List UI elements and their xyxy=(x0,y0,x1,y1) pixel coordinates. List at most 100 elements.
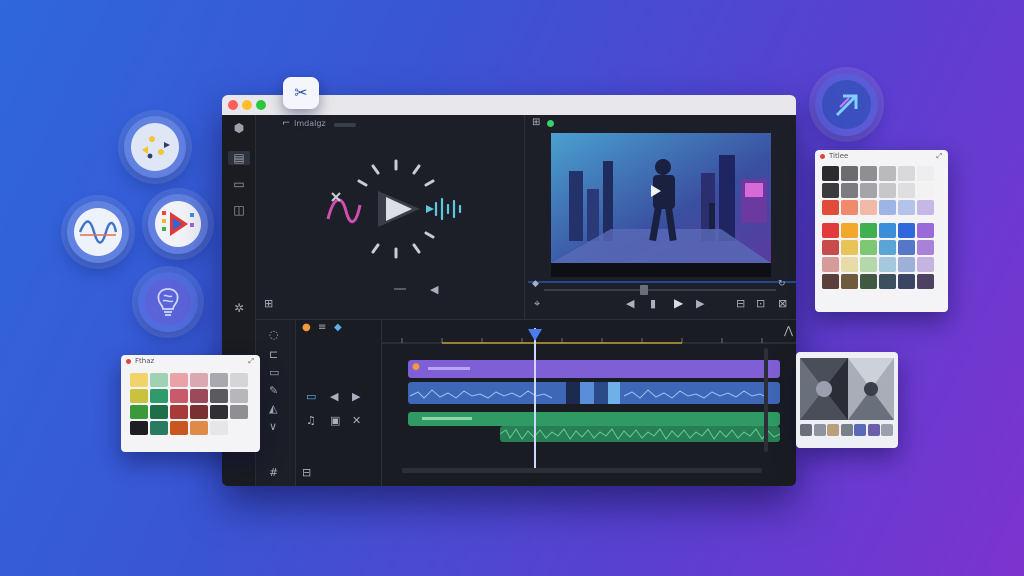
fit-icon[interactable]: ⊟ xyxy=(736,297,745,310)
color-swatch[interactable] xyxy=(170,389,188,403)
color-swatch[interactable] xyxy=(190,373,208,387)
color-swatch[interactable] xyxy=(898,183,915,198)
color-swatch[interactable] xyxy=(822,183,839,198)
idea-badge[interactable] xyxy=(138,272,198,332)
split-icon[interactable]: ⌖ xyxy=(534,297,540,311)
export-badge[interactable] xyxy=(815,73,878,136)
tracks-icon[interactable]: ≡ xyxy=(318,322,326,333)
collapse-icon[interactable]: ⋀ xyxy=(784,324,793,337)
color-swatch[interactable] xyxy=(130,405,148,419)
effect-thumb-1[interactable] xyxy=(800,358,848,420)
effect-thumb-2[interactable] xyxy=(848,358,894,420)
color-swatch[interactable] xyxy=(841,166,858,181)
palette-left-close-dot[interactable] xyxy=(126,359,131,364)
pen-icon[interactable]: ✎ xyxy=(269,384,278,397)
color-swatch[interactable] xyxy=(210,389,228,403)
color-swatch[interactable] xyxy=(210,421,228,435)
audio-track-icon[interactable]: ♫ xyxy=(306,414,316,427)
fullscreen-icon[interactable]: ⊠ xyxy=(778,297,787,310)
color-swatch[interactable] xyxy=(898,257,915,272)
color-swatch[interactable] xyxy=(841,274,858,289)
previous-frame-icon[interactable]: ◀ xyxy=(626,297,634,310)
color-swatch[interactable] xyxy=(860,257,877,272)
monitor-icon[interactable]: ▭ xyxy=(269,366,279,379)
select-icon[interactable]: ∨ xyxy=(269,420,277,433)
color-swatch[interactable] xyxy=(841,223,858,238)
color-swatch[interactable] xyxy=(898,200,915,215)
color-swatch[interactable] xyxy=(170,421,188,435)
color-swatch[interactable] xyxy=(841,240,858,255)
player-badge[interactable] xyxy=(148,194,208,254)
color-swatch[interactable] xyxy=(917,257,934,272)
minimize-button[interactable] xyxy=(242,100,252,110)
title-clip[interactable]: ● xyxy=(408,360,780,378)
color-swatch[interactable] xyxy=(898,240,915,255)
mute-icon[interactable]: ◀ xyxy=(330,390,338,403)
color-swatch[interactable] xyxy=(130,421,148,435)
color-swatch[interactable] xyxy=(150,405,168,419)
color-swatch[interactable] xyxy=(822,200,839,215)
grid-icon[interactable]: ⊞ xyxy=(532,117,540,128)
color-swatch[interactable] xyxy=(860,183,877,198)
color-swatch[interactable] xyxy=(230,421,248,435)
blade-icon[interactable]: ◭ xyxy=(269,402,277,415)
link-icon[interactable]: ◆ xyxy=(334,322,342,333)
clapper-icon[interactable]: ▤ xyxy=(228,151,250,165)
color-swatch[interactable] xyxy=(879,257,896,272)
effect-swatch[interactable] xyxy=(813,424,826,436)
color-swatch[interactable] xyxy=(190,405,208,419)
preview-progress[interactable] xyxy=(528,281,796,283)
lasso-icon[interactable]: ◌ xyxy=(269,328,279,341)
color-swatch[interactable] xyxy=(841,183,858,198)
color-swatch[interactable] xyxy=(190,389,208,403)
maximize-button[interactable] xyxy=(256,100,266,110)
color-swatch[interactable] xyxy=(917,240,934,255)
add-clip-icon[interactable]: ⊞ xyxy=(264,297,273,310)
loop-icon[interactable]: ↻ xyxy=(778,279,786,289)
color-swatch[interactable] xyxy=(879,200,896,215)
color-swatch[interactable] xyxy=(917,200,934,215)
media-tab[interactable]: ⌐ Imdalgz xyxy=(282,118,356,131)
playhead-line[interactable] xyxy=(534,328,536,468)
color-swatch[interactable] xyxy=(879,166,896,181)
color-swatch[interactable] xyxy=(130,389,148,403)
audio-clip-2[interactable] xyxy=(499,426,781,442)
puzzle-icon[interactable]: ✲ xyxy=(231,301,247,315)
time-ruler[interactable] xyxy=(382,332,796,344)
waveform-badge[interactable] xyxy=(67,201,129,263)
color-swatch[interactable] xyxy=(860,240,877,255)
color-swatch[interactable] xyxy=(879,223,896,238)
color-swatch[interactable] xyxy=(150,373,168,387)
color-swatch[interactable] xyxy=(822,166,839,181)
pin-button[interactable]: ✂ xyxy=(283,77,319,109)
effects-preview-card[interactable] xyxy=(796,352,898,448)
next-frame-icon[interactable]: ▶ xyxy=(696,297,704,310)
color-swatch[interactable] xyxy=(170,373,188,387)
frame-icon[interactable]: ▭ xyxy=(231,177,247,191)
color-swatch[interactable] xyxy=(917,274,934,289)
video-track-icon[interactable]: ▭ xyxy=(306,390,316,403)
effect-swatch[interactable] xyxy=(867,424,880,436)
crop-icon[interactable]: ⊏ xyxy=(269,348,278,361)
color-swatch[interactable] xyxy=(150,389,168,403)
horizontal-scrollbar[interactable] xyxy=(402,468,762,473)
vertical-scrollbar[interactable] xyxy=(764,348,768,452)
color-swatch[interactable] xyxy=(898,274,915,289)
color-swatch[interactable] xyxy=(822,240,839,255)
play-icon[interactable]: ▶ xyxy=(674,296,683,310)
speaker-icon[interactable]: ◀ xyxy=(430,283,438,296)
color-swatch[interactable] xyxy=(879,274,896,289)
cube-icon[interactable]: ⬢ xyxy=(231,121,247,135)
track-play-icon[interactable]: ▶ xyxy=(352,390,360,403)
color-swatch[interactable] xyxy=(190,421,208,435)
step-back-icon[interactable]: ▮ xyxy=(650,297,656,310)
color-swatch[interactable] xyxy=(898,223,915,238)
color-swatch[interactable] xyxy=(822,274,839,289)
color-swatch[interactable] xyxy=(898,166,915,181)
color-swatch[interactable] xyxy=(230,405,248,419)
playhead-handle[interactable] xyxy=(528,326,542,341)
color-swatch[interactable] xyxy=(150,421,168,435)
zoom-icon[interactable]: ⊟ xyxy=(302,466,311,479)
effect-swatch[interactable] xyxy=(881,424,893,436)
color-swatch[interactable] xyxy=(917,166,934,181)
